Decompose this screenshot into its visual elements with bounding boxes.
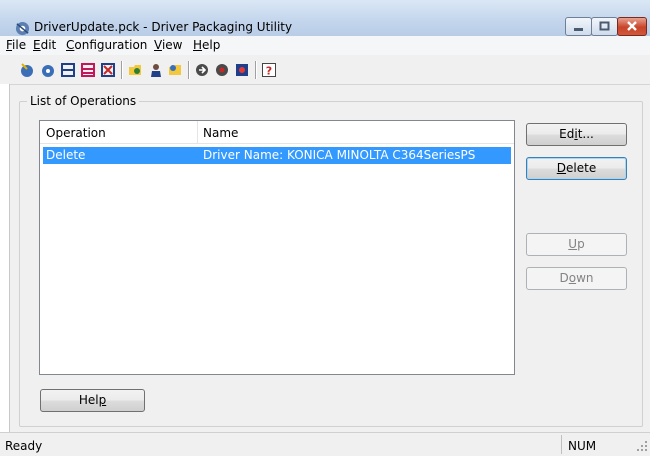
svg-text:?: ? <box>266 65 272 78</box>
import-icon[interactable] <box>194 62 210 78</box>
list-header: Operation Name <box>40 121 514 144</box>
menu-help[interactable]: Help <box>193 38 220 52</box>
menu-edit[interactable]: Edit <box>33 38 56 52</box>
close-icon <box>627 21 637 31</box>
edit-button[interactable]: Edit... <box>526 123 627 146</box>
save-as-icon[interactable] <box>80 62 96 78</box>
export-icon[interactable] <box>214 62 230 78</box>
toolbar-separator <box>121 61 123 79</box>
delete-button[interactable]: Delete <box>526 157 627 180</box>
add-driver-icon[interactable] <box>127 62 143 78</box>
save-icon[interactable] <box>60 62 76 78</box>
num-lock-indicator: NUM <box>568 439 597 453</box>
menu-view[interactable]: View <box>154 38 182 52</box>
row-operation: Delete <box>46 148 86 162</box>
application-window: DriverUpdate.pck - Driver Packaging Util… <box>0 0 650 456</box>
user-icon[interactable] <box>148 62 164 78</box>
help-button[interactable]: Help <box>40 389 145 412</box>
resize-grip-icon[interactable] <box>636 440 648 452</box>
operations-list[interactable]: Operation Name Delete Driver Name: KONIC… <box>39 120 515 375</box>
column-header-operation[interactable]: Operation <box>46 126 106 140</box>
settings-icon[interactable] <box>234 62 250 78</box>
column-header-name[interactable]: Name <box>203 126 238 140</box>
new-package-icon[interactable] <box>19 62 35 78</box>
table-row[interactable]: Delete Driver Name: KONICA MINOLTA C364S… <box>43 147 511 164</box>
open-package-icon[interactable] <box>40 62 56 78</box>
minimize-button[interactable] <box>565 17 592 36</box>
menu-bar: File Edit Configuration View Help <box>0 36 650 55</box>
window-title: DriverUpdate.pck - Driver Packaging Util… <box>34 20 293 34</box>
title-bar[interactable]: DriverUpdate.pck - Driver Packaging Util… <box>0 0 650 37</box>
minimize-icon <box>574 28 583 31</box>
status-bar: Ready NUM <box>0 432 650 456</box>
close-button[interactable] <box>617 17 647 36</box>
menu-file[interactable]: File <box>6 38 26 52</box>
left-border <box>0 84 10 432</box>
about-help-icon[interactable]: ? <box>261 62 277 78</box>
toolbar: ? <box>0 56 650 85</box>
maximize-icon <box>599 21 610 31</box>
down-button[interactable]: Down <box>526 267 627 290</box>
app-icon <box>15 21 30 36</box>
menu-configuration[interactable]: Configuration <box>66 38 147 52</box>
status-text: Ready <box>5 439 43 453</box>
groupbox-title: List of Operations <box>27 94 140 108</box>
column-divider[interactable] <box>197 121 198 143</box>
toolbar-separator <box>255 61 257 79</box>
up-button[interactable]: Up <box>526 233 627 256</box>
maximize-button[interactable] <box>591 17 618 36</box>
toolbar-separator <box>188 61 190 79</box>
folder-icon[interactable] <box>167 62 183 78</box>
row-name: Driver Name: KONICA MINOLTA C364SeriesPS <box>203 148 476 162</box>
delete-package-icon[interactable] <box>100 62 116 78</box>
